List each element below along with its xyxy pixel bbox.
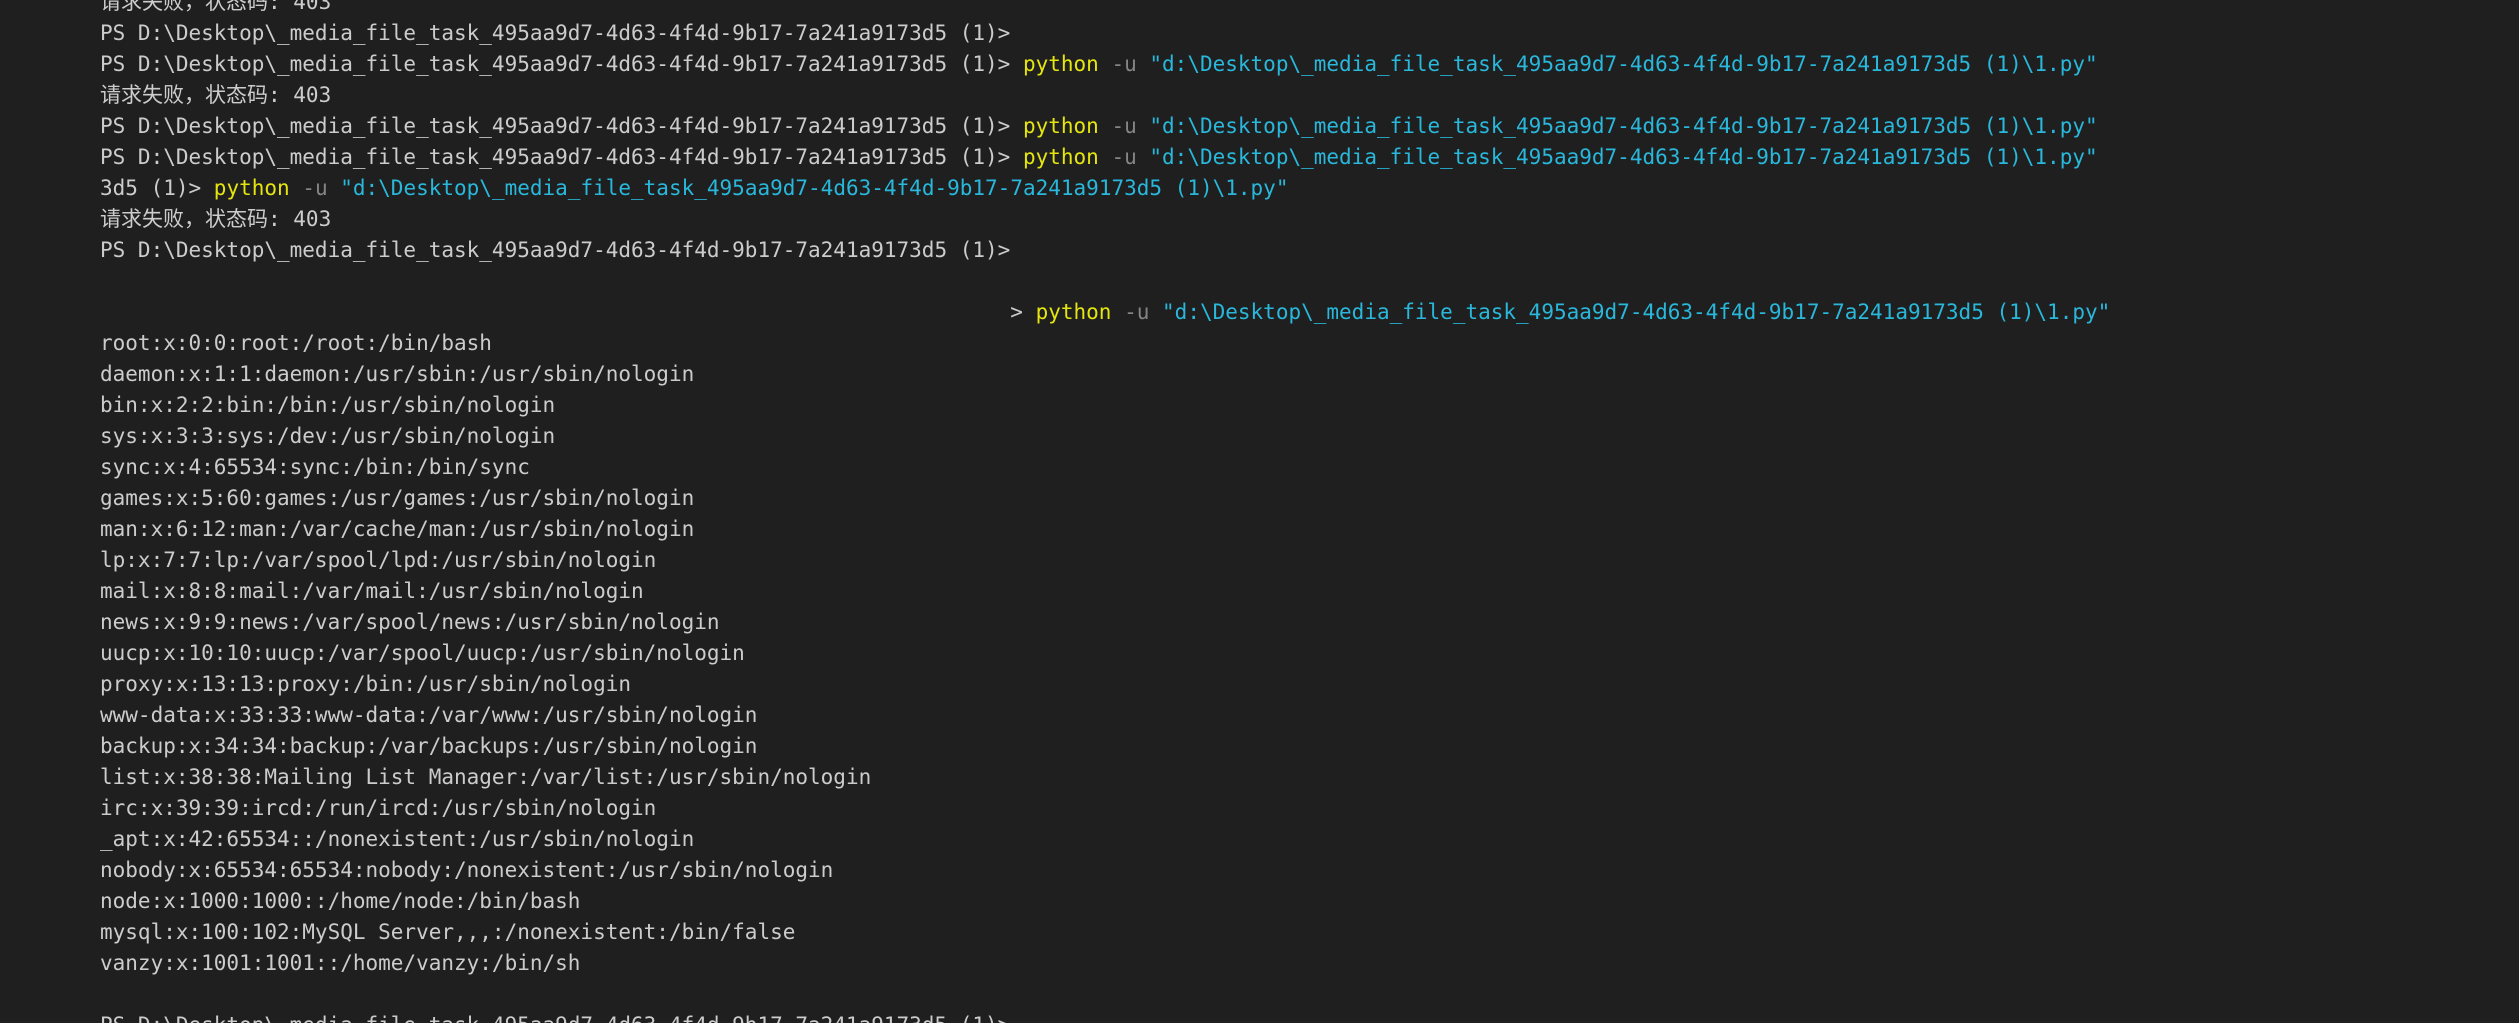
terminal-output: 请求失败，状态码: 403 PS D:\Desktop\_media_file_t…: [100, 0, 2110, 1023]
output-text: node:x:1000:1000::/home/node:/bin/bash: [100, 889, 581, 913]
output-text: root:x:0:0:root:/root:/bin/bash: [100, 331, 492, 355]
output-line: nobody:x:65534:65534:nobody:/nonexistent…: [100, 855, 2110, 886]
output-text: nobody:x:65534:65534:nobody:/nonexistent…: [100, 858, 834, 882]
prompt-path: >: [100, 300, 1036, 324]
command-flag: -u: [289, 176, 341, 200]
output-line: uucp:x:10:10:uucp:/var/spool/uucp:/usr/s…: [100, 638, 2110, 669]
output-line: sys:x:3:3:sys:/dev:/usr/sbin/nologin: [100, 421, 2110, 452]
prompt-line: PS D:\Desktop\_media_file_task_495aa9d7-…: [100, 142, 2110, 173]
command-name: python: [1035, 300, 1112, 324]
output-text: irc:x:39:39:ircd:/run/ircd:/usr/sbin/nol…: [100, 796, 657, 820]
terminal-panel[interactable]: 请求失败，状态码: 403 PS D:\Desktop\_media_file_t…: [0, 0, 2519, 1023]
output-line: www-data:x:33:33:www-data:/var/www:/usr/…: [100, 700, 2110, 731]
prompt-path: PS D:\Desktop\_media_file_task_495aa9d7-…: [100, 52, 1023, 76]
output-line: 请求失败，状态码: 403: [100, 204, 2110, 235]
prompt-line: > python -u "d:\Desktop\_media_file_task…: [100, 297, 2110, 328]
output-text: man:x:6:12:man:/var/cache/man:/usr/sbin/…: [100, 517, 695, 541]
output-line: daemon:x:1:1:daemon:/usr/sbin:/usr/sbin/…: [100, 359, 2110, 390]
command-flag: -u: [1098, 114, 1150, 138]
output-line: root:x:0:0:root:/root:/bin/bash: [100, 328, 2110, 359]
output-line: node:x:1000:1000::/home/node:/bin/bash: [100, 886, 2110, 917]
prompt-path: PS D:\Desktop\_media_file_task_495aa9d7-…: [100, 238, 1023, 262]
output-line: _apt:x:42:65534::/nonexistent:/usr/sbin/…: [100, 824, 2110, 855]
output-line: man:x:6:12:man:/var/cache/man:/usr/sbin/…: [100, 514, 2110, 545]
prompt-line: 3d5 (1)> python -u "d:\Desktop\_media_fi…: [100, 173, 2110, 204]
output-text: 请求失败，状态码: 403: [100, 0, 332, 14]
output-text: 请求失败，状态码: 403: [100, 83, 332, 107]
output-text: proxy:x:13:13:proxy:/bin:/usr/sbin/nolog…: [100, 672, 632, 696]
command-argument: "d:\Desktop\_media_file_task_495aa9d7-4d…: [1162, 300, 2111, 324]
prompt-path: PS D:\Desktop\_media_file_task_495aa9d7-…: [100, 1013, 1023, 1023]
command-flag: -u: [1098, 145, 1150, 169]
output-text: bin:x:2:2:bin:/bin:/usr/sbin/nologin: [100, 393, 556, 417]
output-line: sync:x:4:65534:sync:/bin:/bin/sync: [100, 452, 2110, 483]
output-line: 请求失败，状态码: 403: [100, 0, 2110, 18]
command-name: python: [1022, 145, 1099, 169]
output-text: _apt:x:42:65534::/nonexistent:/usr/sbin/…: [100, 827, 695, 851]
output-line: vanzy:x:1001:1001::/home/vanzy:/bin/sh: [100, 948, 2110, 979]
output-text: lp:x:7:7:lp:/var/spool/lpd:/usr/sbin/nol…: [100, 548, 657, 572]
output-line: irc:x:39:39:ircd:/run/ircd:/usr/sbin/nol…: [100, 793, 2110, 824]
output-text: mail:x:8:8:mail:/var/mail:/usr/sbin/nolo…: [100, 579, 644, 603]
output-line: news:x:9:9:news:/var/spool/news:/usr/sbi…: [100, 607, 2110, 638]
output-text: games:x:5:60:games:/usr/games:/usr/sbin/…: [100, 486, 695, 510]
output-text: mysql:x:100:102:MySQL Server,,,:/nonexis…: [100, 920, 796, 944]
prompt-path: PS D:\Desktop\_media_file_task_495aa9d7-…: [100, 114, 1023, 138]
prompt-line: PS D:\Desktop\_media_file_task_495aa9d7-…: [100, 111, 2110, 142]
prompt-path: 3d5 (1)>: [100, 176, 214, 200]
command-argument: "d:\Desktop\_media_file_task_495aa9d7-4d…: [1149, 114, 2098, 138]
command-flag: -u: [1111, 300, 1163, 324]
output-text: daemon:x:1:1:daemon:/usr/sbin:/usr/sbin/…: [100, 362, 695, 386]
output-text: news:x:9:9:news:/var/spool/news:/usr/sbi…: [100, 610, 720, 634]
command-name: python: [1022, 52, 1099, 76]
command-argument: "d:\Desktop\_media_file_task_495aa9d7-4d…: [340, 176, 1289, 200]
output-line: lp:x:7:7:lp:/var/spool/lpd:/usr/sbin/nol…: [100, 545, 2110, 576]
prompt-line: PS D:\Desktop\_media_file_task_495aa9d7-…: [100, 1010, 2110, 1023]
output-text: uucp:x:10:10:uucp:/var/spool/uucp:/usr/s…: [100, 641, 745, 665]
prompt-line: PS D:\Desktop\_media_file_task_495aa9d7-…: [100, 18, 2110, 49]
output-text: 请求失败，状态码: 403: [100, 207, 332, 231]
output-line: list:x:38:38:Mailing List Manager:/var/l…: [100, 762, 2110, 793]
output-line: 请求失败，状态码: 403: [100, 80, 2110, 111]
output-text: vanzy:x:1001:1001::/home/vanzy:/bin/sh: [100, 951, 581, 975]
output-line: mysql:x:100:102:MySQL Server,,,:/nonexis…: [100, 917, 2110, 948]
output-line: games:x:5:60:games:/usr/games:/usr/sbin/…: [100, 483, 2110, 514]
output-line: proxy:x:13:13:proxy:/bin:/usr/sbin/nolog…: [100, 669, 2110, 700]
prompt-path: PS D:\Desktop\_media_file_task_495aa9d7-…: [100, 21, 1023, 45]
command-name: python: [213, 176, 290, 200]
output-line: backup:x:34:34:backup:/var/backups:/usr/…: [100, 731, 2110, 762]
output-text: sys:x:3:3:sys:/dev:/usr/sbin/nologin: [100, 424, 556, 448]
command-argument: "d:\Desktop\_media_file_task_495aa9d7-4d…: [1149, 145, 2098, 169]
prompt-line: PS D:\Desktop\_media_file_task_495aa9d7-…: [100, 235, 2110, 266]
command-argument: "d:\Desktop\_media_file_task_495aa9d7-4d…: [1149, 52, 2098, 76]
command-flag: -u: [1098, 52, 1150, 76]
output-text: backup:x:34:34:backup:/var/backups:/usr/…: [100, 734, 758, 758]
prompt-path: PS D:\Desktop\_media_file_task_495aa9d7-…: [100, 145, 1023, 169]
output-line: mail:x:8:8:mail:/var/mail:/usr/sbin/nolo…: [100, 576, 2110, 607]
output-line: bin:x:2:2:bin:/bin:/usr/sbin/nologin: [100, 390, 2110, 421]
prompt-line: PS D:\Desktop\_media_file_task_495aa9d7-…: [100, 49, 2110, 80]
output-text: www-data:x:33:33:www-data:/var/www:/usr/…: [100, 703, 758, 727]
output-text: list:x:38:38:Mailing List Manager:/var/l…: [100, 765, 872, 789]
command-name: python: [1022, 114, 1099, 138]
output-text: sync:x:4:65534:sync:/bin:/bin/sync: [100, 455, 530, 479]
